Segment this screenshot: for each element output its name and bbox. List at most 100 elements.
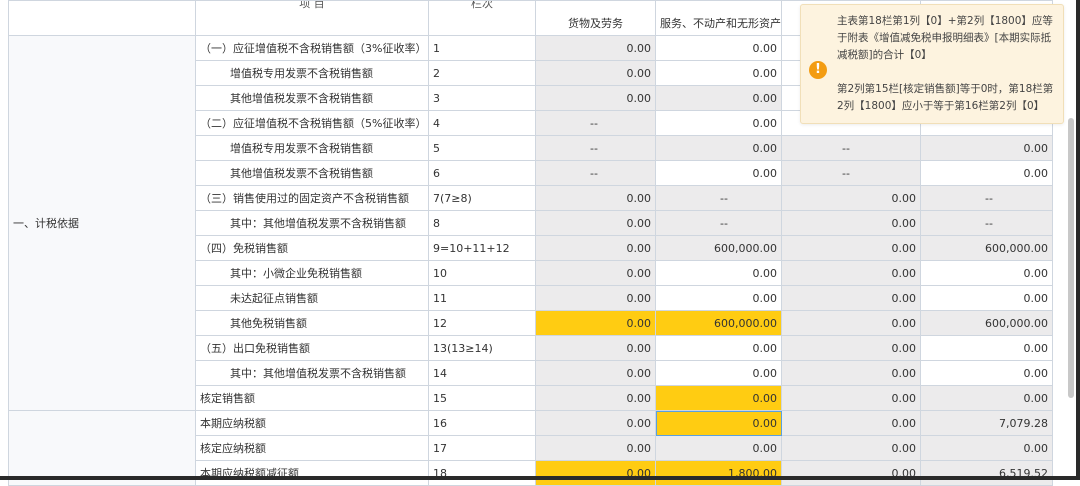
- cell-services[interactable]: --: [655, 210, 782, 236]
- row-name: 其中：小微企业免税销售额: [195, 260, 429, 286]
- cell-services[interactable]: 600,000.00: [655, 310, 782, 336]
- cell-col4[interactable]: 0.00: [920, 135, 1053, 161]
- row-name: 其中：其他增值税发票不含税销售额: [195, 210, 429, 236]
- cell-services[interactable]: 0.00: [655, 160, 782, 186]
- cell-col4[interactable]: 0.00: [920, 160, 1053, 186]
- cell-services[interactable]: 0.00: [655, 135, 782, 161]
- cell-goods[interactable]: --: [535, 160, 656, 186]
- validation-tooltip: ! 主表第18栏第1列【0】+第2列【1800】应等于附表《增值减免税申报明细表…: [800, 4, 1064, 124]
- cell-services[interactable]: 0.00: [655, 285, 782, 311]
- cell-goods[interactable]: 0.00: [535, 85, 656, 111]
- cell-services[interactable]: 0.00: [655, 85, 782, 111]
- cell-goods[interactable]: 0.00: [535, 210, 656, 236]
- cell-goods[interactable]: --: [535, 135, 656, 161]
- cell-services[interactable]: 0.00: [655, 360, 782, 386]
- row-name: （二）应征增值税不含税销售额（5%征收率）: [195, 110, 429, 136]
- cell-goods[interactable]: 0.00: [535, 310, 656, 336]
- cell-col4[interactable]: 0.00: [920, 285, 1053, 311]
- row-name: 其他增值税发票不含税销售额: [195, 85, 429, 111]
- cell-goods[interactable]: 0.00: [535, 410, 656, 436]
- row-name: （四）免税销售额: [195, 235, 429, 261]
- cell-goods[interactable]: 0.00: [535, 35, 656, 61]
- warning-icon: !: [809, 61, 827, 79]
- cell-col4[interactable]: 0.00: [920, 385, 1053, 411]
- row-index: 17: [428, 435, 536, 461]
- cell-services[interactable]: 0.00: [655, 35, 782, 61]
- header-item: 项 目: [195, 0, 429, 36]
- cell-col3[interactable]: 0.00: [781, 285, 921, 311]
- row-name: （三）销售使用过的固定资产不含税销售额: [195, 185, 429, 211]
- cell-goods[interactable]: 0.00: [535, 435, 656, 461]
- cell-services[interactable]: 0.00: [655, 410, 782, 436]
- header-services: 服务、不动产和无形资产: [655, 0, 782, 36]
- cell-col4[interactable]: 7,079.28: [920, 410, 1053, 436]
- row-name: 增值税专用发票不含税销售额: [195, 60, 429, 86]
- cell-services[interactable]: 0.00: [655, 110, 782, 136]
- row-index: 3: [428, 85, 536, 111]
- cell-col4[interactable]: 0.00: [920, 360, 1053, 386]
- cell-goods[interactable]: 0.00: [535, 235, 656, 261]
- cell-goods[interactable]: 0.00: [535, 385, 656, 411]
- row-name: 其他增值税发票不含税销售额: [195, 160, 429, 186]
- row-index: 11: [428, 285, 536, 311]
- row-index: 4: [428, 110, 536, 136]
- cell-col3[interactable]: 0.00: [781, 335, 921, 361]
- section-tax-calc: [8, 410, 196, 486]
- cell-col3[interactable]: 0.00: [781, 460, 921, 486]
- cell-col3[interactable]: 0.00: [781, 210, 921, 236]
- row-name: 本期应纳税额: [195, 410, 429, 436]
- cell-col3[interactable]: 0.00: [781, 360, 921, 386]
- window-edge-right: [1076, 0, 1080, 480]
- cell-goods[interactable]: --: [535, 110, 656, 136]
- cell-col4[interactable]: 600,000.00: [920, 235, 1053, 261]
- header-blank: [8, 0, 196, 36]
- row-index: 2: [428, 60, 536, 86]
- cell-goods[interactable]: 0.00: [535, 360, 656, 386]
- cell-col4[interactable]: --: [920, 210, 1053, 236]
- cell-services[interactable]: --: [655, 185, 782, 211]
- row-index: 16: [428, 410, 536, 436]
- cell-services[interactable]: 600,000.00: [655, 235, 782, 261]
- vertical-scrollbar[interactable]: [1068, 118, 1074, 398]
- row-index: 5: [428, 135, 536, 161]
- cell-goods[interactable]: 0.00: [535, 185, 656, 211]
- header-goods: 货物及劳务: [535, 0, 656, 36]
- cell-col3[interactable]: 0.00: [781, 185, 921, 211]
- cell-col4[interactable]: 6,519.52: [920, 460, 1053, 486]
- row-index: 18: [428, 460, 536, 486]
- cell-goods[interactable]: 0.00: [535, 460, 656, 486]
- cell-services[interactable]: 0.00: [655, 60, 782, 86]
- cell-col3[interactable]: --: [781, 160, 921, 186]
- vat-return-sheet: 项 目 栏次 货物及劳务 服务、不动产和无形资产 一、计税依据 （一）应征增值税…: [0, 0, 1080, 486]
- cell-col3[interactable]: 0.00: [781, 235, 921, 261]
- cell-col3[interactable]: 0.00: [781, 385, 921, 411]
- tooltip-message: 主表第18栏第1列【0】+第2列【1800】应等于附表《增值减免税申报明细表》[…: [837, 13, 1059, 115]
- cell-col4[interactable]: --: [920, 185, 1053, 211]
- cell-col3[interactable]: 0.00: [781, 410, 921, 436]
- cell-services[interactable]: 1,800.00: [655, 460, 782, 486]
- cell-goods[interactable]: 0.00: [535, 60, 656, 86]
- row-name: 核定销售额: [195, 385, 429, 411]
- row-name: 增值税专用发票不含税销售额: [195, 135, 429, 161]
- tooltip-line-2: 第2列第15栏[核定销售额]等于0时，第18栏第2列【1800】应小于等于第16…: [837, 83, 1054, 112]
- tooltip-line-1: 主表第18栏第1列【0】+第2列【1800】应等于附表《增值减免税申报明细表》[…: [837, 15, 1053, 61]
- row-index: 8: [428, 210, 536, 236]
- cell-col4[interactable]: 0.00: [920, 260, 1053, 286]
- cell-goods[interactable]: 0.00: [535, 260, 656, 286]
- cell-services[interactable]: 0.00: [655, 260, 782, 286]
- cell-col3[interactable]: 0.00: [781, 260, 921, 286]
- cell-col4[interactable]: 0.00: [920, 435, 1053, 461]
- cell-services[interactable]: 0.00: [655, 335, 782, 361]
- cell-col3[interactable]: --: [781, 135, 921, 161]
- cell-goods[interactable]: 0.00: [535, 335, 656, 361]
- row-index: 7(7≥8): [428, 185, 536, 211]
- row-name: 本期应纳税额减征额: [195, 460, 429, 486]
- cell-services[interactable]: 0.00: [655, 435, 782, 461]
- cell-services[interactable]: 0.00: [655, 385, 782, 411]
- cell-goods[interactable]: 0.00: [535, 285, 656, 311]
- cell-col4[interactable]: 0.00: [920, 335, 1053, 361]
- row-name: （五）出口免税销售额: [195, 335, 429, 361]
- cell-col3[interactable]: 0.00: [781, 435, 921, 461]
- cell-col3[interactable]: 0.00: [781, 310, 921, 336]
- cell-col4[interactable]: 600,000.00: [920, 310, 1053, 336]
